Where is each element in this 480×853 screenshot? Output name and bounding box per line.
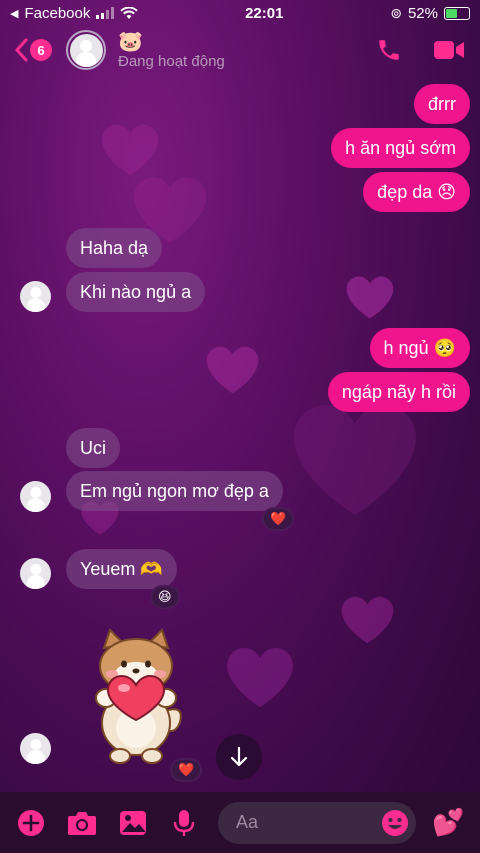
microphone-icon [173, 809, 195, 836]
shiba-heart-sticker[interactable] [80, 628, 192, 768]
sender-avatar[interactable] [20, 558, 51, 589]
background-heart-decoration [205, 345, 260, 395]
conversation-header: 6 🐷 Đang hoạt động [0, 26, 480, 74]
shiba-dog-icon [95, 628, 182, 764]
gallery-button[interactable] [116, 806, 150, 840]
message-composer: 💕 [0, 792, 480, 853]
status-bar-left: ◀ Facebook [10, 5, 139, 22]
default-avatar-icon [69, 33, 103, 67]
camera-button[interactable] [65, 806, 99, 840]
sender-avatar[interactable] [20, 481, 51, 512]
active-status: Đang hoạt động [118, 52, 225, 70]
message-bubble-incoming[interactable]: Haha dạ [66, 228, 163, 268]
message-bubble-outgoing[interactable]: h ngủ 🥺 [369, 328, 470, 368]
status-bar: ◀ Facebook 22:01 ⊚ 52% [0, 0, 480, 26]
message-bubble-outgoing[interactable]: đrrr [414, 84, 470, 124]
back-to-app-icon[interactable]: ◀ [10, 7, 18, 20]
message-bubble-incoming[interactable]: Yeuem 🫶 [66, 549, 177, 589]
message-reaction[interactable]: ❤️ [262, 507, 295, 531]
contact-avatar[interactable] [66, 30, 106, 70]
header-actions [372, 33, 466, 67]
video-camera-icon [434, 41, 464, 59]
message-bubble-incoming[interactable]: Em ngủ ngon mơ đẹp a [66, 471, 283, 511]
back-to-app-label[interactable]: Facebook [24, 5, 90, 22]
message-input-container [218, 801, 416, 844]
image-icon [120, 810, 146, 835]
contact-name: 🐷 [118, 30, 143, 53]
back-button[interactable]: 6 [14, 38, 52, 62]
video-call-button[interactable] [432, 33, 466, 67]
wifi-icon [120, 6, 139, 19]
plus-circle-icon [18, 809, 44, 836]
voice-message-button[interactable] [167, 806, 201, 840]
quick-reaction-button[interactable]: 💕 [432, 807, 464, 838]
battery-percent: 52% [407, 4, 438, 22]
status-bar-right: ⊚ 52% [390, 5, 470, 22]
signal-icon [96, 7, 115, 19]
background-heart-decoration [345, 275, 395, 320]
sender-avatar[interactable] [20, 281, 51, 312]
message-bubble-outgoing[interactable]: ngáp nãy h rồi [327, 372, 470, 412]
sender-avatar[interactable] [20, 733, 51, 764]
arrow-down-icon [230, 747, 248, 767]
emoji-icon[interactable] [380, 808, 410, 838]
orientation-lock-icon: ⊚ [390, 4, 402, 21]
scroll-to-bottom-button[interactable] [216, 734, 262, 780]
message-bubble-incoming[interactable]: Khi nào ngủ a [66, 272, 206, 312]
background-heart-decoration [100, 120, 160, 180]
message-bubble-incoming[interactable]: Uci [66, 428, 120, 468]
chevron-left-icon [14, 38, 28, 62]
clock: 22:01 [245, 4, 284, 22]
contact-info[interactable]: 🐷 Đang hoạt động [118, 31, 225, 70]
voice-call-button[interactable] [372, 33, 406, 67]
unread-count-badge: 6 [30, 39, 52, 61]
background-heart-decoration [290, 400, 420, 520]
message-reaction[interactable]: 😆 [150, 585, 180, 609]
message-input[interactable] [236, 812, 376, 833]
background-heart-decoration [225, 645, 295, 710]
phone-icon [379, 40, 399, 60]
sticker-reaction[interactable]: ❤️ [170, 758, 203, 782]
background-heart-decoration [340, 595, 395, 645]
camera-icon [68, 811, 96, 835]
message-bubble-outgoing[interactable]: đẹp da 😞 [363, 172, 470, 212]
more-actions-button[interactable] [14, 806, 48, 840]
message-bubble-outgoing[interactable]: h ăn ngủ sớm [331, 128, 470, 168]
battery-icon [443, 6, 470, 20]
